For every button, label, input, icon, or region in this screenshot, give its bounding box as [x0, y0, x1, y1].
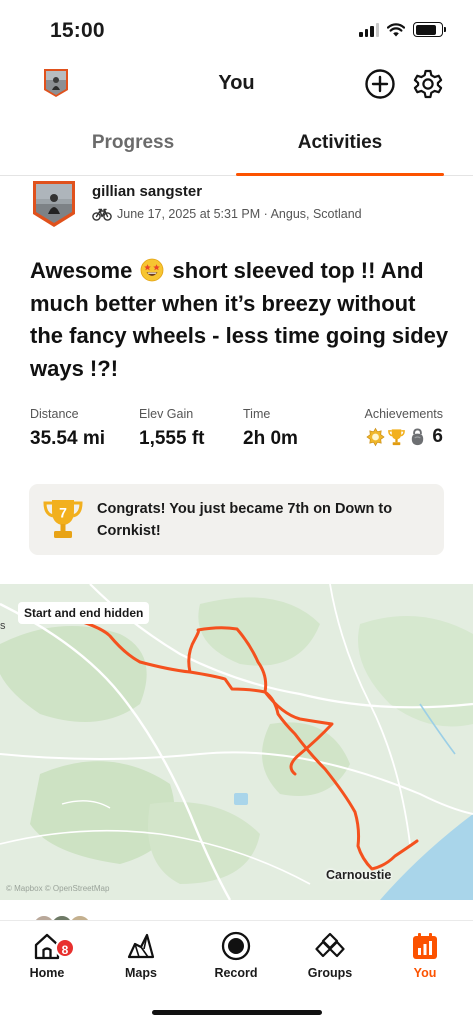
wifi-icon	[387, 22, 405, 36]
gear-icon[interactable]	[412, 68, 444, 100]
tab-progress[interactable]: Progress	[15, 132, 251, 154]
map-edge-label: s	[0, 620, 6, 632]
nav-home-label: Home	[29, 966, 65, 980]
tab-bar: Progress Activities	[0, 118, 473, 176]
activity-feed[interactable]: gillian sangster June 17, 2025 at 5:31 P…	[0, 177, 473, 920]
map-hidden-label: Start and end hidden	[18, 602, 150, 624]
activity-stats: Distance 35.54 mi Elev Gain 1,555 ft Tim…	[30, 407, 445, 457]
star-struck-emoji-icon	[141, 258, 164, 282]
activity-meta: June 17, 2025 at 5:31 PM · Angus, Scotla…	[92, 207, 362, 221]
kettlebell-icon	[412, 428, 424, 446]
tab-activities[interactable]: Activities	[222, 132, 458, 154]
elev-gain-label: Elev Gain	[139, 407, 194, 421]
congrats-card[interactable]: 7 Congrats! You just became 7th on Down …	[29, 484, 444, 555]
distance-label: Distance	[30, 407, 79, 421]
battery-icon	[413, 22, 446, 37]
active-tab-indicator	[236, 173, 444, 176]
trophy-icon: 7	[43, 500, 83, 538]
stat-distance: Distance 35.54 mi	[30, 407, 105, 450]
record-icon	[221, 931, 251, 961]
achievements-row: 6	[364, 426, 443, 448]
congrats-text: Congrats! You just became 7th on Down to…	[97, 501, 393, 539]
time-value: 2h 0m	[243, 428, 298, 449]
bike-icon	[92, 208, 112, 221]
trophy-achievement-icon	[388, 429, 406, 446]
nav-you-label: You	[413, 966, 437, 980]
stat-achievements[interactable]: Achievements 6	[364, 407, 443, 448]
nav-maps[interactable]: Maps	[101, 931, 181, 980]
app-header: You	[0, 62, 473, 108]
distance-value: 35.54 mi	[30, 428, 105, 449]
status-icons	[359, 22, 446, 37]
stat-elev-gain: Elev Gain 1,555 ft	[139, 407, 204, 450]
status-time: 15:00	[50, 19, 105, 42]
trophy-rank: 7	[59, 505, 67, 521]
notification-badge: 8	[55, 938, 75, 958]
bottom-nav: Home 8 Maps Record Groups You	[0, 920, 473, 1024]
nav-groups[interactable]: Groups	[290, 931, 370, 980]
map-attribution[interactable]: © Mapbox © OpenStreetMap	[6, 884, 109, 893]
nav-groups-label: Groups	[307, 966, 353, 980]
cellular-signal-icon	[359, 22, 379, 37]
maps-icon	[127, 933, 155, 959]
segment-medal-icon	[366, 427, 386, 447]
groups-icon	[315, 932, 345, 958]
page-title: You	[218, 72, 255, 94]
elev-gain-value: 1,555 ft	[139, 428, 205, 449]
achievements-label: Achievements	[364, 407, 443, 421]
map-canvas	[0, 584, 473, 900]
activity-title[interactable]: Awesome short sleeved top !! And much be…	[30, 255, 450, 385]
achievements-count: 6	[432, 426, 443, 447]
stat-time: Time 2h 0m	[243, 407, 298, 450]
athlete-avatar[interactable]	[32, 180, 76, 228]
time-label: Time	[243, 407, 271, 421]
athlete-name[interactable]: gillian sangster	[92, 183, 202, 200]
you-icon	[413, 933, 437, 959]
add-icon[interactable]	[364, 68, 396, 100]
activity-title-start: Awesome	[30, 258, 139, 283]
nav-you[interactable]: You	[385, 931, 465, 980]
status-bar: 15:00	[0, 0, 473, 62]
nav-home[interactable]: Home 8	[7, 931, 87, 980]
nav-record-label: Record	[214, 966, 258, 980]
nav-record[interactable]: Record	[196, 931, 276, 980]
activity-date-location: June 17, 2025 at 5:31 PM · Angus, Scotla…	[117, 207, 362, 221]
route-map[interactable]: s Start and end hidden Carnoustie © Mapb…	[0, 584, 473, 900]
home-indicator	[152, 1010, 322, 1015]
nav-maps-label: Maps	[125, 966, 157, 980]
map-place-label: Carnoustie	[326, 868, 392, 882]
